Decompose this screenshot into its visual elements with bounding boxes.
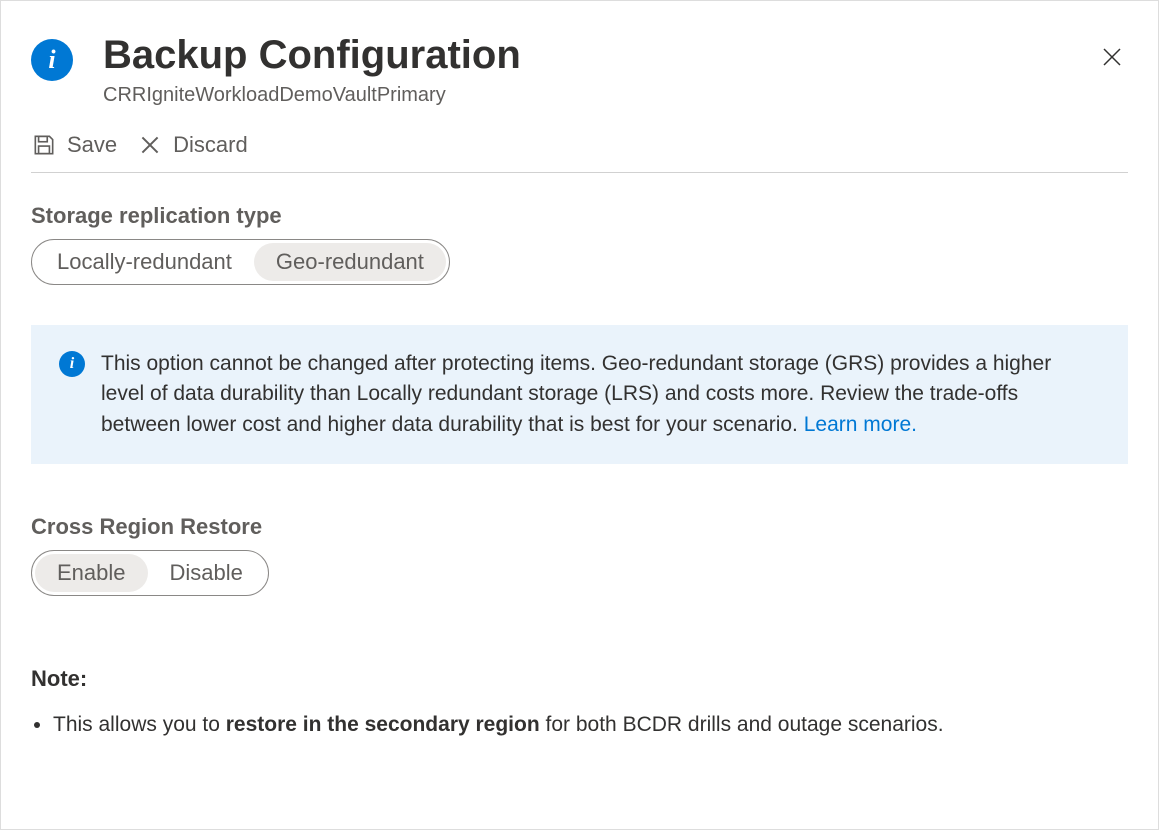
blade-header: i Backup Configuration CRRIgniteWorkload…: [31, 31, 1128, 107]
info-message-text: This option cannot be changed after prot…: [101, 349, 1100, 440]
discard-label: Discard: [173, 132, 248, 158]
save-button[interactable]: Save: [31, 132, 117, 158]
option-enable[interactable]: Enable: [35, 554, 148, 592]
cross-region-restore-toggle: Enable Disable: [31, 550, 269, 596]
page-title: Backup Configuration: [103, 31, 1096, 79]
learn-more-link[interactable]: Learn more.: [804, 413, 917, 436]
storage-replication-label: Storage replication type: [31, 203, 1128, 229]
storage-replication-toggle: Locally-redundant Geo-redundant: [31, 239, 450, 285]
option-locally-redundant[interactable]: Locally-redundant: [35, 243, 254, 281]
note-heading: Note:: [31, 666, 1128, 692]
vault-name-subtitle: CRRIgniteWorkloadDemoVaultPrimary: [103, 84, 1096, 107]
option-geo-redundant[interactable]: Geo-redundant: [254, 243, 446, 281]
note-section: Note: This allows you to restore in the …: [31, 666, 1128, 739]
info-icon: i: [59, 351, 85, 377]
save-icon: [31, 132, 57, 158]
discard-button[interactable]: Discard: [137, 132, 248, 158]
option-disable[interactable]: Disable: [148, 554, 265, 592]
toolbar: Save Discard: [31, 132, 1128, 173]
cross-region-restore-label: Cross Region Restore: [31, 514, 1128, 540]
info-icon: i: [31, 39, 73, 81]
discard-icon: [137, 132, 163, 158]
note-item: This allows you to restore in the second…: [53, 710, 1128, 739]
close-icon: [1100, 45, 1124, 69]
close-button[interactable]: [1096, 41, 1128, 73]
save-label: Save: [67, 132, 117, 158]
info-message-box: i This option cannot be changed after pr…: [31, 325, 1128, 464]
